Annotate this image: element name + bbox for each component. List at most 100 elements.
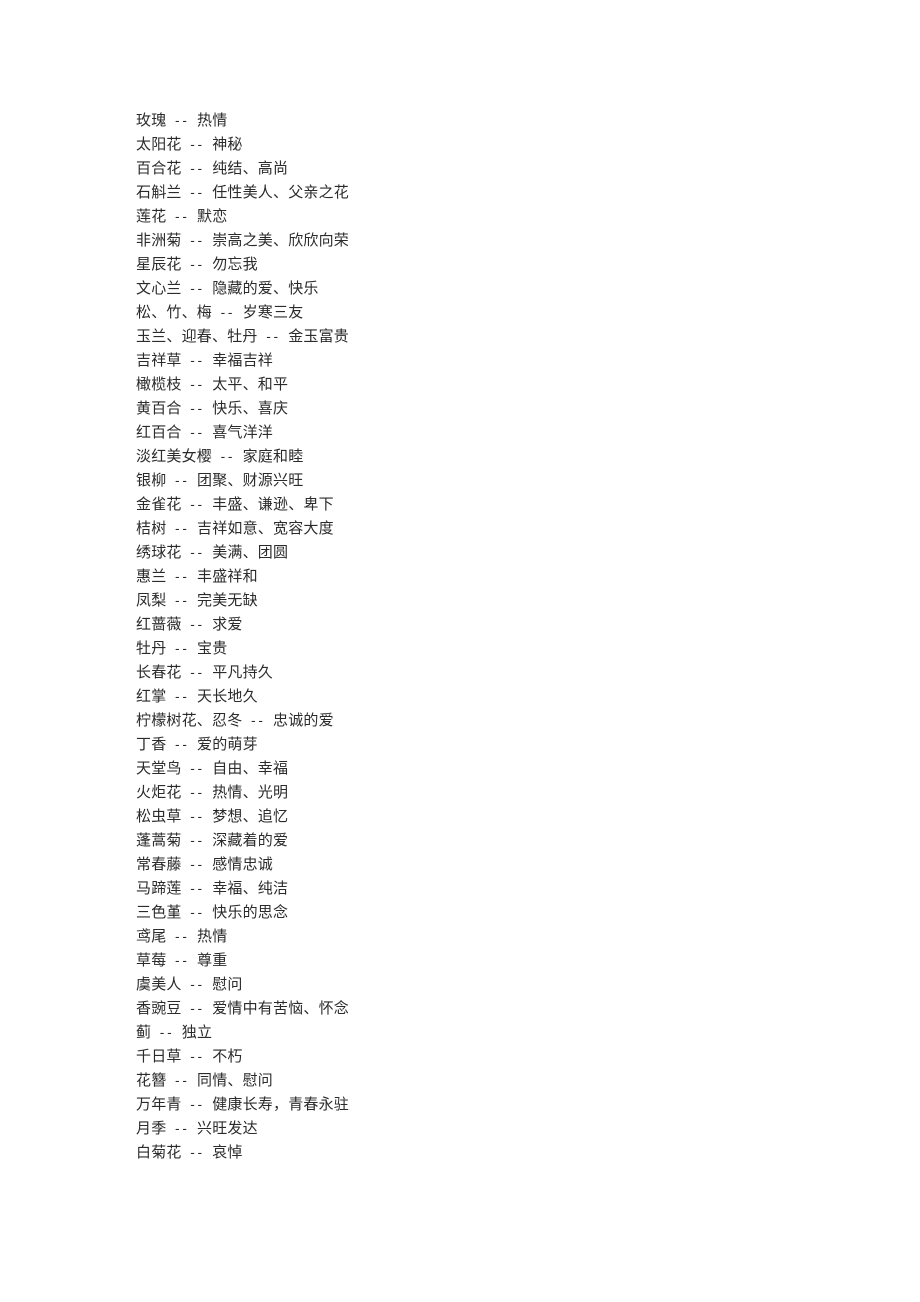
flower-name: 橄榄枝 [136,375,182,393]
separator-dashes: -- [249,714,265,729]
separator-dashes: -- [188,258,204,273]
flower-meaning-row: 吉祥草 -- 幸福吉祥 [136,348,836,372]
flower-meaning: 吉祥如意、宽容大度 [197,519,334,537]
flower-name: 香豌豆 [136,999,182,1017]
flower-name: 松虫草 [136,807,182,825]
separator-dashes: -- [188,354,204,369]
flower-meaning-row: 黄百合 -- 快乐、喜庆 [136,396,836,420]
separator-dashes: -- [173,690,189,705]
flower-meaning: 幸福、纯洁 [212,879,289,897]
flower-meaning: 幸福吉祥 [212,351,274,369]
flower-meaning-row: 香豌豆 -- 爱情中有苦恼、怀念 [136,996,836,1020]
flower-meaning: 热情 [197,111,228,129]
flower-meaning: 哀悼 [212,1143,243,1161]
flower-name: 凤梨 [136,591,167,609]
separator-dashes: -- [188,402,204,417]
flower-meaning-row: 绣球花 -- 美满、团圆 [136,540,836,564]
flower-meaning-row: 玉兰、迎春、牡丹 -- 金玉富贵 [136,324,836,348]
flower-meaning-row: 桔树 -- 吉祥如意、宽容大度 [136,516,836,540]
separator-dashes: -- [173,954,189,969]
flower-name: 白菊花 [136,1143,182,1161]
flower-meaning-list: 玫瑰 -- 热情 太阳花 -- 神秘 百合花 -- 纯结、高尚 石斛兰 -- 任性美人… [136,108,836,1164]
flower-name: 松、竹、梅 [136,303,213,321]
separator-dashes: -- [188,1098,204,1113]
separator-dashes: -- [173,738,189,753]
flower-meaning-row: 火炬花 -- 热情、光明 [136,780,836,804]
flower-meaning-row: 蓬蒿菊 -- 深藏着的爱 [136,828,836,852]
flower-meaning: 爱的萌芽 [197,735,258,753]
flower-meaning-row: 莲花 -- 默恋 [136,204,836,228]
separator-dashes: -- [188,858,204,873]
flower-name: 常春藤 [136,855,182,873]
flower-meaning-row: 银柳 -- 团聚、财源兴旺 [136,468,836,492]
flower-meaning-row: 丁香 -- 爱的萌芽 [136,732,836,756]
flower-meaning-row: 三色堇 -- 快乐的思念 [136,900,836,924]
flower-name: 丁香 [136,735,167,753]
flower-meaning-row: 红掌 -- 天长地久 [136,684,836,708]
flower-meaning: 感情忠诚 [212,855,274,873]
separator-dashes: -- [188,978,204,993]
separator-dashes: -- [188,1146,204,1161]
flower-meaning-row: 千日草 -- 不朽 [136,1044,836,1068]
flower-meaning: 喜气洋洋 [212,423,274,441]
separator-dashes: -- [188,906,204,921]
flower-meaning: 完美无缺 [197,591,258,609]
flower-meaning: 慰问 [212,975,243,993]
separator-dashes: -- [173,570,189,585]
separator-dashes: -- [188,546,204,561]
flower-name: 鸢尾 [136,927,167,945]
flower-meaning: 平凡持久 [212,663,274,681]
flower-meaning-row: 惠兰 -- 丰盛祥和 [136,564,836,588]
flower-name: 淡红美女樱 [136,447,213,465]
flower-name: 火炬花 [136,783,182,801]
flower-meaning-row: 天堂鸟 -- 自由、幸福 [136,756,836,780]
flower-name: 虞美人 [136,975,182,993]
flower-name: 天堂鸟 [136,759,182,777]
flower-name: 柠檬树花、忍冬 [136,711,243,729]
flower-name: 蓬蒿菊 [136,831,182,849]
flower-name: 三色堇 [136,903,182,921]
separator-dashes: -- [188,234,204,249]
flower-meaning: 丰盛祥和 [197,567,258,585]
flower-meaning: 热情 [197,927,228,945]
flower-meaning-row: 柠檬树花、忍冬 -- 忠诚的爱 [136,708,836,732]
flower-name: 草莓 [136,951,167,969]
flower-meaning-row: 红百合 -- 喜气洋洋 [136,420,836,444]
separator-dashes: -- [188,618,204,633]
separator-dashes: -- [188,282,204,297]
flower-meaning: 深藏着的爱 [212,831,289,849]
flower-name: 银柳 [136,471,167,489]
separator-dashes: -- [188,162,204,177]
flower-name: 石斛兰 [136,183,182,201]
flower-meaning-row: 百合花 -- 纯结、高尚 [136,156,836,180]
flower-meaning: 快乐、喜庆 [212,399,289,417]
separator-dashes: -- [188,666,204,681]
flower-meaning: 同情、慰问 [197,1071,274,1089]
flower-name: 桔树 [136,519,167,537]
flower-meaning-row: 文心兰 -- 隐藏的爱、快乐 [136,276,836,300]
flower-meaning: 兴旺发达 [197,1119,258,1137]
separator-dashes: -- [188,138,204,153]
flower-meaning: 自由、幸福 [212,759,289,777]
flower-name: 红掌 [136,687,167,705]
flower-meaning-row: 万年青 -- 健康长寿，青春永驻 [136,1092,836,1116]
separator-dashes: -- [173,474,189,489]
flower-meaning: 宝贵 [197,639,228,657]
separator-dashes: -- [173,642,189,657]
separator-dashes: -- [188,1002,204,1017]
flower-meaning: 健康长寿，青春永驻 [212,1095,350,1113]
flower-name: 万年青 [136,1095,182,1113]
flower-meaning-row: 非洲菊 -- 崇高之美、欣欣向荣 [136,228,836,252]
flower-meaning: 勿忘我 [212,255,258,273]
document-page: 玫瑰 -- 热情 太阳花 -- 神秘 百合花 -- 纯结、高尚 石斛兰 -- 任性美人… [0,0,920,1302]
flower-meaning: 美满、团圆 [212,543,289,561]
flower-name: 红百合 [136,423,182,441]
flower-meaning-row: 星辰花 -- 勿忘我 [136,252,836,276]
flower-name: 吉祥草 [136,351,182,369]
flower-meaning: 快乐的思念 [212,903,289,921]
flower-name: 莲花 [136,207,167,225]
flower-meaning: 梦想、追忆 [212,807,289,825]
flower-meaning: 崇高之美、欣欣向荣 [212,231,350,249]
flower-meaning: 家庭和睦 [242,447,304,465]
flower-meaning: 热情、光明 [212,783,289,801]
